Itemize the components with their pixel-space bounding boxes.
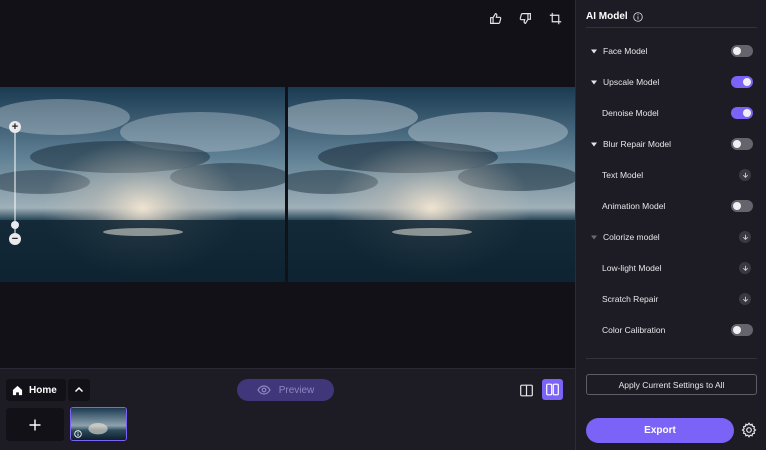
ai-model-panel: AI Model Face Model Upscale Model Denoise … [575,0,766,450]
image-thumbnail[interactable] [70,407,127,441]
preview-label: Preview [278,384,315,396]
compare-slider-icon [519,384,533,396]
enhanced-image[interactable] [288,87,575,282]
export-button[interactable]: Export [586,418,734,443]
home-label: Home [29,384,57,396]
model-toggle[interactable] [731,76,753,88]
caret-down-icon[interactable] [590,78,598,86]
toggle-knob [733,326,741,334]
caret-down-icon[interactable] [590,233,598,241]
panel-header: AI Model [586,11,643,22]
model-toggle[interactable] [731,138,753,150]
zoom-in-icon[interactable]: + [9,121,21,133]
preview-button[interactable]: Preview [237,379,334,401]
chevron-up-icon [74,386,84,393]
comparison-view [0,87,575,282]
model-row[interactable]: Denoise Model [576,103,766,123]
model-row[interactable]: Upscale Model [576,72,766,92]
model-row[interactable]: Face Model [576,41,766,61]
model-row[interactable]: Low-light Model [576,258,766,278]
panel-title: AI Model [586,11,628,22]
model-label: Blur Repair Model [603,139,672,149]
toggle-knob [743,109,751,117]
toggle-knob [733,202,741,210]
model-label: Text Model [602,170,644,180]
model-row[interactable]: Colorize model [576,227,766,247]
home-icon [12,385,23,395]
bottom-toolbar: Home Preview [0,368,575,450]
model-row[interactable]: Text Model [576,165,766,185]
expand-up-button[interactable] [68,379,90,401]
home-button[interactable]: Home [6,379,66,401]
single-view-button[interactable] [517,381,535,399]
model-toggle[interactable] [731,324,753,336]
thumbs-up-icon[interactable] [487,10,503,26]
settings-gear-icon[interactable] [741,422,757,438]
toggle-knob [743,78,751,86]
model-toggle[interactable] [731,200,753,212]
model-label: Color Calibration [602,325,666,335]
model-row[interactable]: Color Calibration [576,320,766,340]
model-label: Colorize model [603,232,660,242]
image-canvas: + − [0,0,575,368]
header-divider [586,27,757,28]
caret-down-icon[interactable] [590,47,598,55]
side-by-side-icon [546,383,559,396]
model-row[interactable]: Animation Model [576,196,766,216]
download-icon[interactable] [739,293,751,305]
model-label: Face Model [603,46,648,56]
app-window: + − Home Preview AI Model Face Model Ups… [0,0,766,450]
eye-icon [257,385,271,395]
toggle-knob [733,140,741,148]
zoom-out-icon[interactable]: − [9,233,21,245]
caret-down-icon[interactable] [590,140,598,148]
model-row[interactable]: Blur Repair Model [576,134,766,154]
side-by-side-view-button[interactable] [542,379,563,400]
model-label: Low-light Model [602,263,662,273]
crop-icon[interactable] [547,10,563,26]
download-icon[interactable] [739,231,751,243]
list-divider [586,358,757,359]
plus-icon [29,419,41,430]
zoom-slider[interactable]: + − [9,121,21,245]
model-row[interactable]: Scratch Repair [576,289,766,309]
info-icon [74,430,82,438]
original-image[interactable] [0,87,285,282]
toggle-knob [733,47,741,55]
apply-to-all-button[interactable]: Apply Current Settings to All [586,374,757,395]
zoom-handle[interactable] [11,221,19,229]
zoom-track[interactable] [14,133,16,233]
info-icon[interactable] [632,11,643,22]
add-image-button[interactable] [6,408,64,441]
canvas-actions [487,10,563,26]
model-label: Denoise Model [602,108,659,118]
model-label: Upscale Model [603,77,660,87]
model-label: Animation Model [602,201,666,211]
model-label: Scratch Repair [602,294,659,304]
download-icon[interactable] [739,169,751,181]
thumbs-down-icon[interactable] [517,10,533,26]
download-icon[interactable] [739,262,751,274]
model-toggle[interactable] [731,45,753,57]
model-toggle[interactable] [731,107,753,119]
